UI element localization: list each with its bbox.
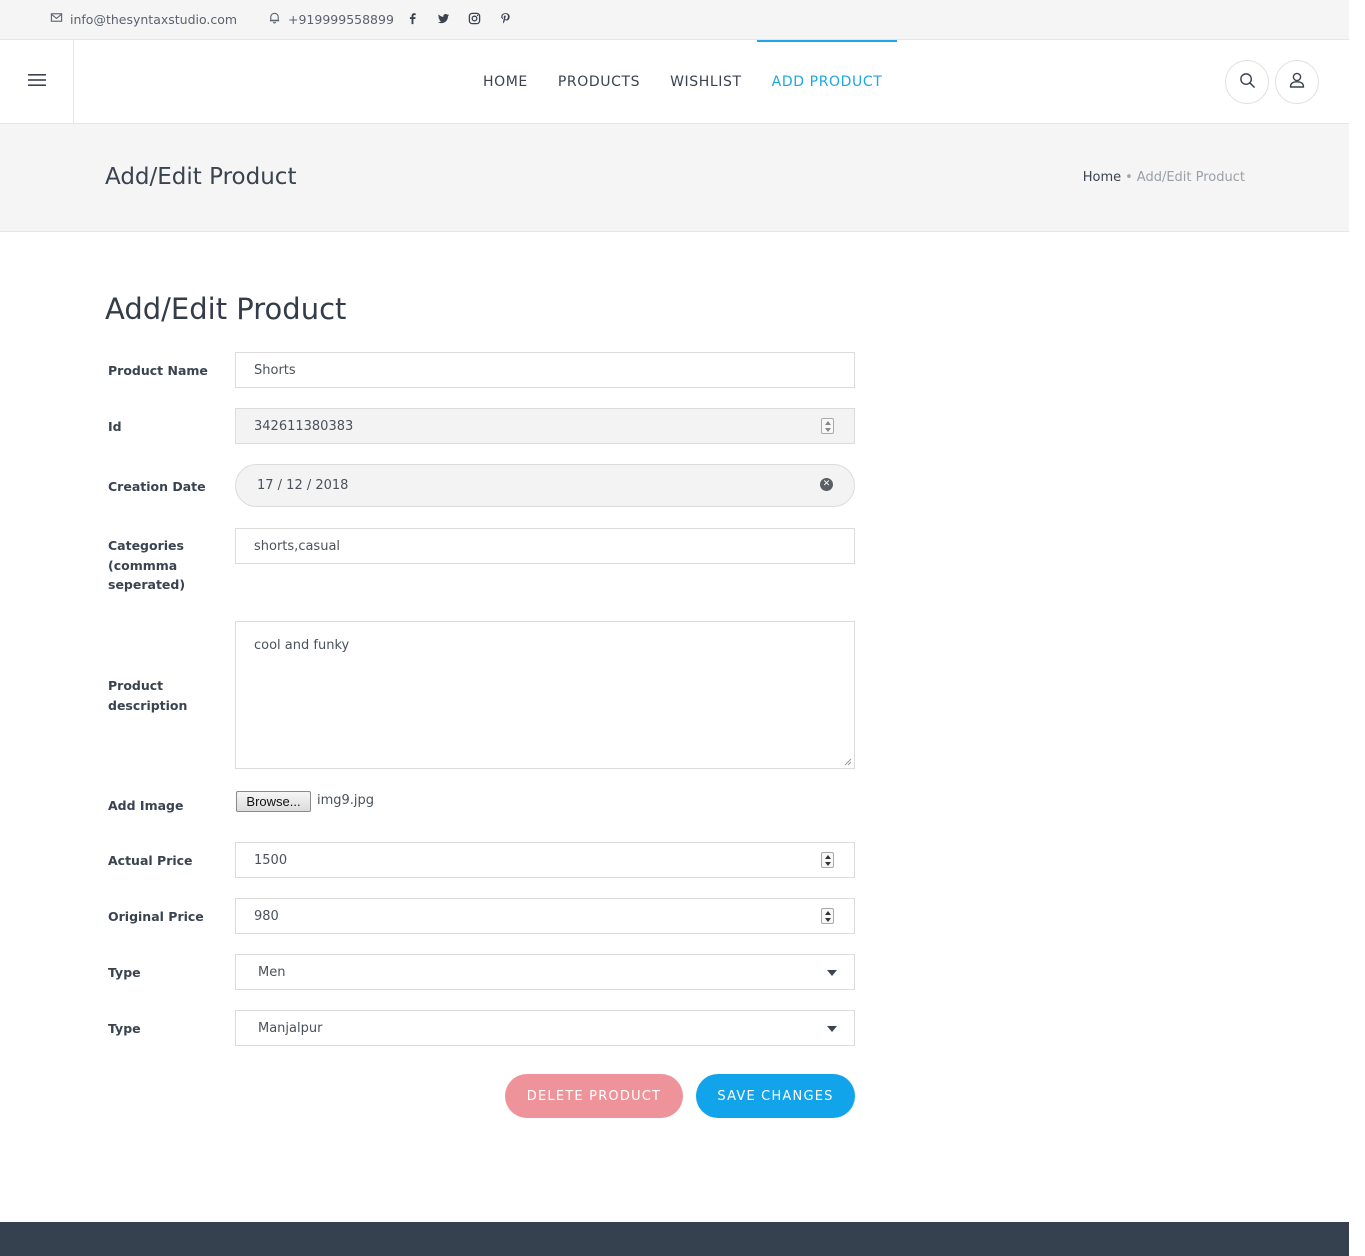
original-price-input[interactable]: 980 [235,898,855,934]
description-label-line2: description [108,697,188,713]
description-label-line1: Product [108,678,164,693]
original-price-spinner[interactable] [821,908,834,924]
save-changes-button[interactable]: SAVE CHANGES [696,1074,855,1118]
scrollbar-gutter [1349,0,1365,1256]
creation-date-label: Creation Date [108,479,206,494]
facebook-icon[interactable] [405,11,420,26]
user-icon [1288,71,1306,93]
breadcrumb-current: Add/Edit Product [1136,170,1245,185]
description-value: cool and funky [254,638,350,653]
product-name-input[interactable]: Shorts [235,352,855,388]
breadcrumb-separator: • [1125,170,1133,185]
breadcrumb-home[interactable]: Home [1083,170,1121,185]
id-spinner[interactable] [821,418,834,434]
mail-icon [50,11,63,27]
nav-home[interactable]: HOME [468,40,543,123]
menu-toggle-button[interactable] [0,40,74,123]
id-input[interactable]: 342611380383 [235,408,855,444]
page-header-band: Add/Edit Product Home • Add/Edit Product [0,124,1349,232]
actual-price-spinner[interactable] [821,852,834,868]
main-header: HOME PRODUCTS WISHLIST ADD PRODUCT [0,40,1349,124]
categories-label: Categories (commma seperated) [108,536,185,595]
nav-products[interactable]: PRODUCTS [543,40,655,123]
product-name-label: Product Name [108,363,208,378]
chevron-down-icon [827,1026,837,1032]
description-textarea[interactable]: cool and funky [235,621,855,769]
actual-price-input[interactable]: 1500 [235,842,855,878]
nav-wishlist[interactable]: WISHLIST [655,40,757,123]
id-value: 342611380383 [254,418,354,434]
search-icon [1239,72,1256,93]
creation-date-value: 17 / 12 / 2018 [257,478,349,493]
categories-input[interactable]: shorts,casual [235,528,855,564]
phone-text: +919999558899 [288,11,394,27]
form-title: Add/Edit Product [105,292,347,326]
description-label: Product description [108,676,187,715]
add-image-label: Add Image [108,798,184,813]
email-text: info@thesyntaxstudio.com [70,11,238,27]
product-name-value: Shorts [254,362,296,378]
account-button[interactable] [1275,60,1319,104]
delete-product-button[interactable]: DELETE PRODUCT [505,1074,683,1118]
hamburger-icon [27,72,46,91]
search-button[interactable] [1225,60,1269,104]
creation-date-input[interactable]: 17 / 12 / 2018 ✕ [235,464,855,507]
categories-label-line2: (commma [108,557,178,573]
twitter-icon[interactable] [436,11,451,26]
id-label: Id [108,419,122,434]
type-select-1[interactable]: Men [235,954,855,990]
clear-date-icon[interactable]: ✕ [820,478,833,491]
categories-label-line3: seperated) [108,577,186,592]
original-price-label: Original Price [108,909,204,924]
main-nav: HOME PRODUCTS WISHLIST ADD PRODUCT [468,40,898,123]
categories-label-line1: Categories [108,538,184,553]
instagram-icon[interactable] [467,11,482,26]
original-price-value: 980 [254,908,279,924]
pinterest-icon[interactable] [498,11,513,26]
contact-phone[interactable]: +919999558899 [268,11,394,27]
type-select-2[interactable]: Manjalpur [235,1010,855,1046]
resize-handle-icon[interactable] [844,758,852,766]
social-links [405,11,513,26]
chevron-down-icon [827,970,837,976]
breadcrumb: Home • Add/Edit Product [1083,170,1245,185]
page-title: Add/Edit Product [105,164,297,190]
actual-price-value: 1500 [254,852,288,868]
type-label-2: Type [108,1021,141,1036]
footer [0,1222,1349,1256]
selected-filename: img9.jpg [317,793,375,808]
type-label-1: Type [108,965,141,980]
type-select-1-value: Men [258,964,286,980]
contact-email[interactable]: info@thesyntaxstudio.com [50,11,237,27]
type-select-2-value: Manjalpur [258,1020,323,1036]
categories-value: shorts,casual [254,538,341,554]
top-bar: info@thesyntaxstudio.com +919999558899 [0,0,1349,40]
browse-button[interactable]: Browse... [236,791,311,812]
actual-price-label: Actual Price [108,853,193,868]
nav-add-product[interactable]: ADD PRODUCT [756,40,898,123]
bell-icon [268,11,281,27]
